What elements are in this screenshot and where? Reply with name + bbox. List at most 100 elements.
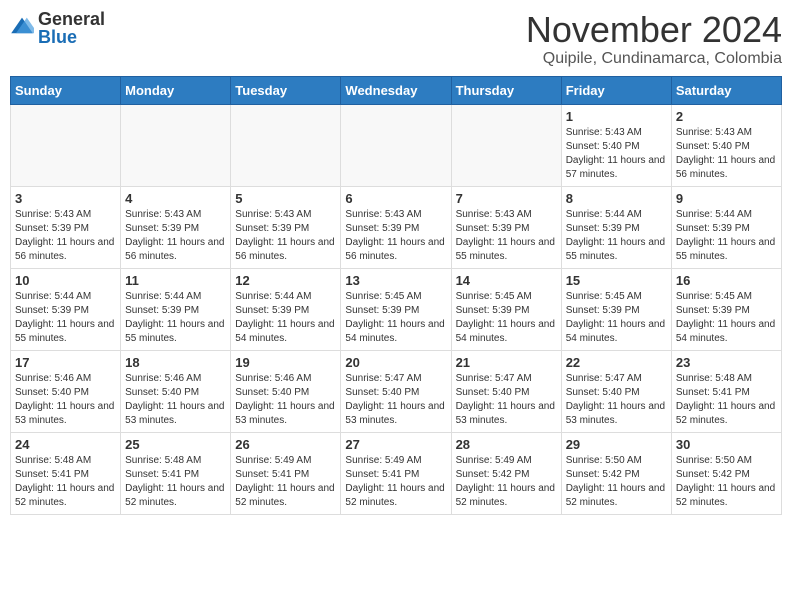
day-number: 9 [676, 191, 777, 206]
day-detail: Sunrise: 5:43 AM Sunset: 5:40 PM Dayligh… [566, 126, 667, 182]
day-number: 29 [566, 437, 667, 452]
day-detail: Sunrise: 5:45 AM Sunset: 5:39 PM Dayligh… [456, 290, 557, 346]
day-number: 15 [566, 273, 667, 288]
day-detail: Sunrise: 5:44 AM Sunset: 5:39 PM Dayligh… [566, 208, 667, 264]
day-number: 6 [345, 191, 446, 206]
calendar-day-cell: 7 Sunrise: 5:43 AM Sunset: 5:39 PM Daylig… [451, 186, 561, 268]
day-detail: Sunrise: 5:44 AM Sunset: 5:39 PM Dayligh… [676, 208, 777, 264]
weekday-header: Thursday [451, 76, 561, 104]
calendar-day-cell [451, 104, 561, 186]
day-detail: Sunrise: 5:43 AM Sunset: 5:39 PM Dayligh… [235, 208, 336, 264]
day-detail: Sunrise: 5:47 AM Sunset: 5:40 PM Dayligh… [345, 372, 446, 428]
calendar-day-cell: 19 Sunrise: 5:46 AM Sunset: 5:40 PM Dayli… [231, 350, 341, 432]
day-number: 30 [676, 437, 777, 452]
calendar-day-cell: 25 Sunrise: 5:48 AM Sunset: 5:41 PM Dayli… [121, 432, 231, 514]
weekday-header: Wednesday [341, 76, 451, 104]
day-number: 21 [456, 355, 557, 370]
calendar-week-row: 10 Sunrise: 5:44 AM Sunset: 5:39 PM Dayli… [11, 268, 782, 350]
month-title: November 2024 [526, 10, 782, 50]
day-detail: Sunrise: 5:43 AM Sunset: 5:39 PM Dayligh… [456, 208, 557, 264]
calendar-day-cell: 9 Sunrise: 5:44 AM Sunset: 5:39 PM Daylig… [671, 186, 781, 268]
day-detail: Sunrise: 5:50 AM Sunset: 5:42 PM Dayligh… [676, 454, 777, 510]
day-detail: Sunrise: 5:43 AM Sunset: 5:39 PM Dayligh… [15, 208, 116, 264]
day-number: 12 [235, 273, 336, 288]
day-number: 18 [125, 355, 226, 370]
calendar-day-cell: 16 Sunrise: 5:45 AM Sunset: 5:39 PM Dayli… [671, 268, 781, 350]
weekday-header: Tuesday [231, 76, 341, 104]
day-detail: Sunrise: 5:48 AM Sunset: 5:41 PM Dayligh… [676, 372, 777, 428]
calendar-week-row: 24 Sunrise: 5:48 AM Sunset: 5:41 PM Dayli… [11, 432, 782, 514]
day-detail: Sunrise: 5:43 AM Sunset: 5:40 PM Dayligh… [676, 126, 777, 182]
calendar-day-cell: 24 Sunrise: 5:48 AM Sunset: 5:41 PM Dayli… [11, 432, 121, 514]
day-number: 19 [235, 355, 336, 370]
calendar-table: SundayMondayTuesdayWednesdayThursdayFrid… [10, 76, 782, 515]
day-detail: Sunrise: 5:45 AM Sunset: 5:39 PM Dayligh… [676, 290, 777, 346]
day-number: 2 [676, 109, 777, 124]
calendar-day-cell: 3 Sunrise: 5:43 AM Sunset: 5:39 PM Daylig… [11, 186, 121, 268]
logo-blue: Blue [38, 28, 105, 46]
day-number: 28 [456, 437, 557, 452]
day-number: 8 [566, 191, 667, 206]
day-detail: Sunrise: 5:49 AM Sunset: 5:41 PM Dayligh… [235, 454, 336, 510]
day-number: 24 [15, 437, 116, 452]
day-number: 27 [345, 437, 446, 452]
logo-general: General [38, 10, 105, 28]
day-detail: Sunrise: 5:46 AM Sunset: 5:40 PM Dayligh… [125, 372, 226, 428]
day-number: 11 [125, 273, 226, 288]
day-number: 1 [566, 109, 667, 124]
day-number: 26 [235, 437, 336, 452]
calendar-day-cell: 5 Sunrise: 5:43 AM Sunset: 5:39 PM Daylig… [231, 186, 341, 268]
day-detail: Sunrise: 5:44 AM Sunset: 5:39 PM Dayligh… [235, 290, 336, 346]
weekday-header: Friday [561, 76, 671, 104]
logo-icon [10, 16, 34, 36]
calendar-day-cell: 28Sunrise: 5:49 AM Sunset: 5:42 PM Dayli… [451, 432, 561, 514]
day-number: 7 [456, 191, 557, 206]
day-number: 16 [676, 273, 777, 288]
day-detail: Sunrise: 5:47 AM Sunset: 5:40 PM Dayligh… [566, 372, 667, 428]
day-detail: Sunrise: 5:48 AM Sunset: 5:41 PM Dayligh… [15, 454, 116, 510]
calendar-day-cell [341, 104, 451, 186]
weekday-header-row: SundayMondayTuesdayWednesdayThursdayFrid… [11, 76, 782, 104]
weekday-header: Saturday [671, 76, 781, 104]
day-detail: Sunrise: 5:47 AM Sunset: 5:40 PM Dayligh… [456, 372, 557, 428]
day-detail: Sunrise: 5:45 AM Sunset: 5:39 PM Dayligh… [566, 290, 667, 346]
calendar-day-cell: 12 Sunrise: 5:44 AM Sunset: 5:39 PM Dayli… [231, 268, 341, 350]
day-number: 25 [125, 437, 226, 452]
day-detail: Sunrise: 5:43 AM Sunset: 5:39 PM Dayligh… [125, 208, 226, 264]
calendar-day-cell: 8 Sunrise: 5:44 AM Sunset: 5:39 PM Daylig… [561, 186, 671, 268]
day-number: 14 [456, 273, 557, 288]
weekday-header: Sunday [11, 76, 121, 104]
day-number: 4 [125, 191, 226, 206]
title-area: November 2024 Quipile, Cundinamarca, Col… [526, 10, 782, 68]
day-detail: Sunrise: 5:43 AM Sunset: 5:39 PM Dayligh… [345, 208, 446, 264]
calendar-day-cell: 21 Sunrise: 5:47 AM Sunset: 5:40 PM Dayli… [451, 350, 561, 432]
day-detail: Sunrise: 5:49 AM Sunset: 5:41 PM Dayligh… [345, 454, 446, 510]
calendar-day-cell: 18 Sunrise: 5:46 AM Sunset: 5:40 PM Dayli… [121, 350, 231, 432]
calendar-day-cell: 13Sunrise: 5:45 AM Sunset: 5:39 PM Dayli… [341, 268, 451, 350]
calendar-day-cell: 1 Sunrise: 5:43 AM Sunset: 5:40 PM Daylig… [561, 104, 671, 186]
day-detail: Sunrise: 5:46 AM Sunset: 5:40 PM Dayligh… [15, 372, 116, 428]
day-detail: Sunrise: 5:48 AM Sunset: 5:41 PM Dayligh… [125, 454, 226, 510]
calendar-day-cell: 4 Sunrise: 5:43 AM Sunset: 5:39 PM Daylig… [121, 186, 231, 268]
calendar-week-row: 1 Sunrise: 5:43 AM Sunset: 5:40 PM Daylig… [11, 104, 782, 186]
day-detail: Sunrise: 5:44 AM Sunset: 5:39 PM Dayligh… [15, 290, 116, 346]
calendar-day-cell: 27 Sunrise: 5:49 AM Sunset: 5:41 PM Dayli… [341, 432, 451, 514]
weekday-header: Monday [121, 76, 231, 104]
calendar-day-cell: 26 Sunrise: 5:49 AM Sunset: 5:41 PM Dayli… [231, 432, 341, 514]
calendar-day-cell: 14 Sunrise: 5:45 AM Sunset: 5:39 PM Dayli… [451, 268, 561, 350]
calendar-day-cell: 30 Sunrise: 5:50 AM Sunset: 5:42 PM Dayli… [671, 432, 781, 514]
day-number: 10 [15, 273, 116, 288]
day-detail: Sunrise: 5:46 AM Sunset: 5:40 PM Dayligh… [235, 372, 336, 428]
page-header: General Blue November 2024 Quipile, Cund… [10, 10, 782, 68]
day-number: 3 [15, 191, 116, 206]
calendar-day-cell: 20Sunrise: 5:47 AM Sunset: 5:40 PM Dayli… [341, 350, 451, 432]
calendar-day-cell [121, 104, 231, 186]
day-number: 5 [235, 191, 336, 206]
logo: General Blue [10, 10, 105, 46]
location-title: Quipile, Cundinamarca, Colombia [526, 50, 782, 68]
calendar-day-cell [11, 104, 121, 186]
calendar-day-cell: 17Sunrise: 5:46 AM Sunset: 5:40 PM Dayli… [11, 350, 121, 432]
day-number: 13 [345, 273, 446, 288]
day-number: 23 [676, 355, 777, 370]
calendar-day-cell: 15 Sunrise: 5:45 AM Sunset: 5:39 PM Dayli… [561, 268, 671, 350]
